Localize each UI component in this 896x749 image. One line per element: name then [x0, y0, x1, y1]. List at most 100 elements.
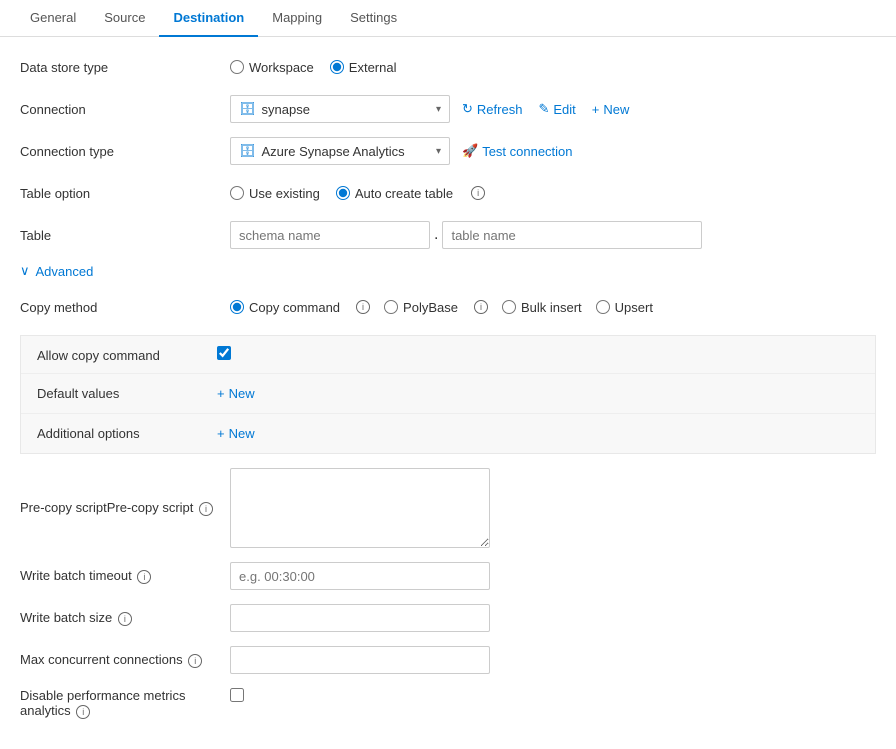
- tab-mapping[interactable]: Mapping: [258, 0, 336, 37]
- allow-copy-command-label: Allow copy command: [37, 346, 217, 363]
- data-store-type-controls: Workspace External: [230, 60, 397, 75]
- additional-options-new-button[interactable]: + New: [217, 424, 255, 443]
- refresh-button[interactable]: ↻ Refresh: [458, 99, 526, 119]
- test-connection-label: Test connection: [482, 144, 572, 159]
- copy-command-radio[interactable]: [230, 300, 244, 314]
- copy-method-row: Copy method Copy command i PolyBase i Bu…: [20, 293, 876, 321]
- data-store-type-label: Data store type: [20, 60, 230, 75]
- bulk-insert-radio-item[interactable]: Bulk insert: [502, 300, 582, 315]
- bulk-insert-label: Bulk insert: [521, 300, 582, 315]
- additional-options-row: Additional options + New: [21, 414, 875, 453]
- table-option-row: Table option Use existing Auto create ta…: [20, 179, 876, 207]
- default-values-new-button[interactable]: + New: [217, 384, 255, 403]
- use-existing-label: Use existing: [249, 186, 320, 201]
- copy-command-info-icon[interactable]: i: [356, 300, 370, 314]
- pre-copy-script-info-icon[interactable]: i: [199, 502, 213, 516]
- default-values-controls: + New: [217, 384, 255, 403]
- table-controls: .: [230, 221, 702, 249]
- max-concurrent-info-icon[interactable]: i: [188, 654, 202, 668]
- connection-controls: 🗄 synapse ▾ ↻ Refresh ✎ Edit + New: [230, 95, 633, 123]
- upsert-radio-item[interactable]: Upsert: [596, 300, 653, 315]
- polybase-info-icon[interactable]: i: [474, 300, 488, 314]
- use-existing-radio[interactable]: [230, 186, 244, 200]
- edit-button[interactable]: ✎ Edit: [534, 99, 579, 119]
- table-name-input[interactable]: [442, 221, 702, 249]
- allow-copy-command-controls: [217, 346, 231, 363]
- pre-copy-script-row: Pre-copy scriptPre-copy script i: [20, 468, 876, 548]
- tab-settings[interactable]: Settings: [336, 0, 411, 37]
- schema-name-input[interactable]: [230, 221, 430, 249]
- new-label: New: [603, 102, 629, 117]
- use-existing-radio-item[interactable]: Use existing: [230, 186, 320, 201]
- pre-copy-script-label: Pre-copy scriptPre-copy script i: [20, 500, 230, 516]
- connection-type-dropdown[interactable]: 🗄 Azure Synapse Analytics ▾: [230, 137, 450, 165]
- polybase-radio[interactable]: [384, 300, 398, 314]
- external-radio[interactable]: [330, 60, 344, 74]
- copy-command-label: Copy command: [249, 300, 340, 315]
- tab-source[interactable]: Source: [90, 0, 159, 37]
- write-batch-timeout-info-icon[interactable]: i: [137, 570, 151, 584]
- advanced-label: Advanced: [36, 264, 94, 279]
- write-batch-size-label: Write batch size i: [20, 610, 230, 626]
- main-content: Data store type Workspace External Conne…: [0, 37, 896, 749]
- edit-label: Edit: [553, 102, 575, 117]
- table-option-info-icon[interactable]: i: [471, 186, 485, 200]
- copy-command-radio-item[interactable]: Copy command: [230, 300, 340, 315]
- db-icon: 🗄: [239, 101, 256, 117]
- write-batch-size-input[interactable]: [230, 604, 490, 632]
- synapse-icon: 🗄: [239, 143, 256, 159]
- disable-metrics-info-icon[interactable]: i: [76, 705, 90, 719]
- refresh-label: Refresh: [477, 102, 523, 117]
- upsert-label: Upsert: [615, 300, 653, 315]
- copy-method-label: Copy method: [20, 300, 230, 315]
- connection-type-controls: 🗄 Azure Synapse Analytics ▾ 🚀 Test conne…: [230, 137, 577, 165]
- additional-options-new-label: New: [229, 426, 255, 441]
- write-batch-size-info-icon[interactable]: i: [118, 612, 132, 626]
- advanced-toggle[interactable]: ∨ Advanced: [20, 263, 876, 279]
- test-connection-button[interactable]: 🚀 Test connection: [458, 141, 577, 161]
- dot-separator: .: [434, 226, 438, 244]
- test-icon: 🚀: [462, 143, 478, 159]
- workspace-radio[interactable]: [230, 60, 244, 74]
- connection-value: synapse: [262, 102, 310, 117]
- max-concurrent-connections-input[interactable]: [230, 646, 490, 674]
- auto-create-radio-item[interactable]: Auto create table: [336, 186, 453, 201]
- default-values-plus-icon: +: [217, 386, 225, 401]
- table-label: Table: [20, 228, 230, 243]
- refresh-icon: ↻: [462, 101, 473, 117]
- additional-options-label: Additional options: [37, 424, 217, 441]
- disable-metrics-row: Disable performance metrics analytics i: [20, 688, 876, 719]
- connection-label: Connection: [20, 102, 230, 117]
- default-values-row: Default values + New: [21, 374, 875, 414]
- disable-metrics-controls: [230, 688, 244, 702]
- copy-command-section: Allow copy command Default values + New …: [20, 335, 876, 454]
- auto-create-radio[interactable]: [336, 186, 350, 200]
- write-batch-size-controls: [230, 604, 490, 632]
- disable-metrics-checkbox[interactable]: [230, 688, 244, 702]
- polybase-radio-item[interactable]: PolyBase: [384, 300, 458, 315]
- chevron-down-icon: ∨: [20, 263, 30, 279]
- external-radio-label: External: [349, 60, 397, 75]
- dropdown-arrow-icon: ▾: [436, 104, 441, 115]
- bulk-insert-radio[interactable]: [502, 300, 516, 314]
- allow-copy-command-checkbox[interactable]: [217, 346, 231, 360]
- auto-create-label: Auto create table: [355, 186, 453, 201]
- write-batch-timeout-row: Write batch timeout i: [20, 562, 876, 590]
- plus-icon: +: [592, 102, 600, 117]
- tab-destination[interactable]: Destination: [159, 0, 258, 37]
- new-connection-button[interactable]: + New: [588, 100, 634, 119]
- write-batch-timeout-label: Write batch timeout i: [20, 568, 230, 584]
- connection-type-arrow-icon: ▾: [436, 146, 441, 157]
- external-radio-item[interactable]: External: [330, 60, 397, 75]
- write-batch-timeout-controls: [230, 562, 490, 590]
- write-batch-timeout-input[interactable]: [230, 562, 490, 590]
- table-option-controls: Use existing Auto create table i: [230, 186, 485, 201]
- additional-options-controls: + New: [217, 424, 255, 443]
- connection-dropdown[interactable]: 🗄 synapse ▾: [230, 95, 450, 123]
- workspace-radio-item[interactable]: Workspace: [230, 60, 314, 75]
- copy-method-controls: Copy command i PolyBase i Bulk insert Up…: [230, 300, 653, 315]
- upsert-radio[interactable]: [596, 300, 610, 314]
- pre-copy-script-input[interactable]: [230, 468, 490, 548]
- tab-general[interactable]: General: [16, 0, 90, 37]
- default-values-new-label: New: [229, 386, 255, 401]
